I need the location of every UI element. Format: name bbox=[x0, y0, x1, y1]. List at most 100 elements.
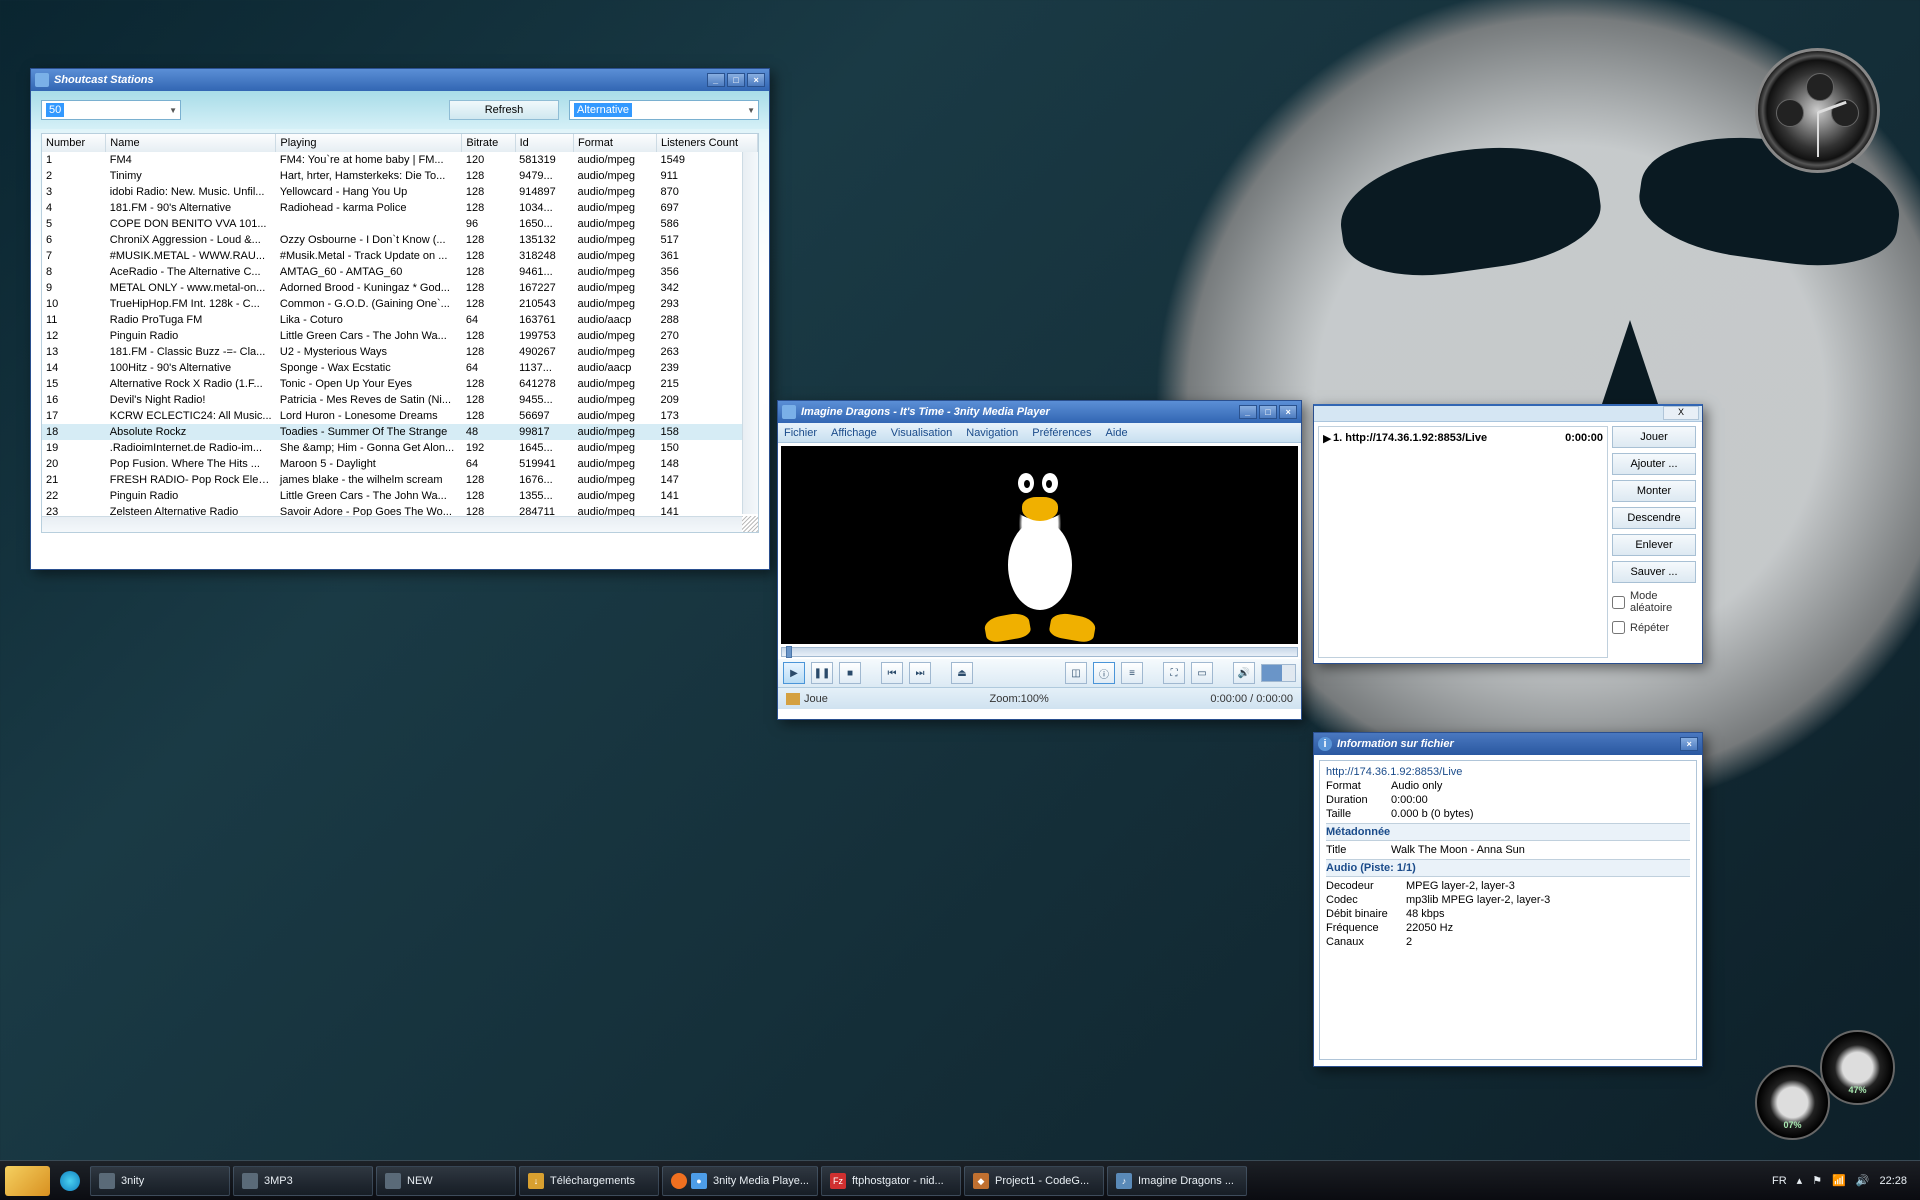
shuffle-input[interactable] bbox=[1612, 596, 1625, 609]
table-row[interactable]: 12Pinguin RadioLittle Green Cars - The J… bbox=[42, 328, 758, 344]
playlist-list[interactable]: ▶1. http://174.36.1.92:8853/Live0:00:00 bbox=[1318, 426, 1608, 658]
taskbar[interactable]: 3nity3MP3NEW↓Téléchargements●3nity Media… bbox=[0, 1160, 1920, 1200]
table-row[interactable]: 10TrueHipHop.FM Int. 128k - C...Common -… bbox=[42, 296, 758, 312]
menu-item[interactable]: Navigation bbox=[966, 427, 1018, 439]
column-header[interactable]: Playing bbox=[276, 134, 462, 152]
network-icon[interactable]: 📶 bbox=[1832, 1174, 1846, 1187]
volume-icon[interactable]: 🔊 bbox=[1856, 1174, 1870, 1187]
table-row[interactable]: 17KCRW ECLECTIC24: All Music...Lord Huro… bbox=[42, 408, 758, 424]
resize-grip[interactable] bbox=[742, 516, 758, 532]
table-row[interactable]: 20Pop Fusion. Where The Hits ...Maroon 5… bbox=[42, 456, 758, 472]
save-button[interactable]: Sauver ... bbox=[1612, 561, 1696, 583]
shuffle-checkbox[interactable]: Mode aléatoire bbox=[1612, 590, 1696, 614]
playlist-button[interactable]: ≡ bbox=[1121, 662, 1143, 684]
titlebar[interactable]: Shoutcast Stations _ □ × bbox=[31, 69, 769, 91]
close-button[interactable]: × bbox=[1680, 737, 1698, 751]
shoutcast-window[interactable]: Shoutcast Stations _ □ × 50 ▼ Refresh Al… bbox=[30, 68, 770, 570]
seek-thumb[interactable] bbox=[786, 646, 792, 658]
minimize-button[interactable]: _ bbox=[707, 73, 725, 87]
taskbar-item[interactable]: ↓Téléchargements bbox=[519, 1166, 659, 1196]
taskbar-item[interactable]: 3nity bbox=[90, 1166, 230, 1196]
fileinfo-window[interactable]: i Information sur fichier × http://174.3… bbox=[1313, 732, 1703, 1067]
media-player-window[interactable]: Imagine Dragons - It's Time - 3nity Medi… bbox=[777, 400, 1302, 720]
taskbar-item[interactable]: NEW bbox=[376, 1166, 516, 1196]
table-row[interactable]: 5COPE DON BENITO VVA 101...961650...audi… bbox=[42, 216, 758, 232]
menu-item[interactable]: Aide bbox=[1106, 427, 1128, 439]
taskbar-item[interactable]: ●3nity Media Playe... bbox=[662, 1166, 818, 1196]
table-row[interactable]: 2TinimyHart, hrter, Hamsterkeks: Die To.… bbox=[42, 168, 758, 184]
maximize-button[interactable]: □ bbox=[727, 73, 745, 87]
table-row[interactable]: 21FRESH RADIO- Pop Rock Elec...james bla… bbox=[42, 472, 758, 488]
table-row[interactable]: 13181.FM - Classic Buzz -=- Cla...U2 - M… bbox=[42, 344, 758, 360]
seek-slider[interactable] bbox=[781, 647, 1298, 657]
maximize-button[interactable]: □ bbox=[1259, 405, 1277, 419]
flag-icon[interactable]: ⚑ bbox=[1812, 1174, 1822, 1187]
limit-dropdown[interactable]: 50 ▼ bbox=[41, 100, 181, 120]
osd-button[interactable]: ◫ bbox=[1065, 662, 1087, 684]
clock-gadget[interactable] bbox=[1755, 48, 1880, 173]
column-header[interactable]: Name bbox=[106, 134, 276, 152]
table-row[interactable]: 7#MUSIK.METAL - WWW.RAU...#Musik.Metal -… bbox=[42, 248, 758, 264]
add-button[interactable]: Ajouter ... bbox=[1612, 453, 1696, 475]
menu-item[interactable]: Fichier bbox=[784, 427, 817, 439]
table-row[interactable]: 11Radio ProTuga FMLika - Coturo64163761a… bbox=[42, 312, 758, 328]
horizontal-scrollbar[interactable] bbox=[42, 516, 742, 532]
video-area[interactable] bbox=[781, 446, 1298, 644]
move-down-button[interactable]: Descendre bbox=[1612, 507, 1696, 529]
playlist-window[interactable]: X ▶1. http://174.36.1.92:8853/Live0:00:0… bbox=[1313, 404, 1703, 664]
taskbar-item[interactable]: ◆Project1 - CodeG... bbox=[964, 1166, 1104, 1196]
taskbar-item[interactable]: ♪Imagine Dragons ... bbox=[1107, 1166, 1247, 1196]
column-header[interactable]: Id bbox=[515, 134, 573, 152]
column-header[interactable]: Format bbox=[574, 134, 657, 152]
move-up-button[interactable]: Monter bbox=[1612, 480, 1696, 502]
table-row[interactable]: 18Absolute RockzToadies - Summer Of The … bbox=[42, 424, 758, 440]
cpu-gauge-gadget[interactable]: 07% bbox=[1755, 1065, 1830, 1140]
play-button[interactable]: Jouer bbox=[1612, 426, 1696, 448]
stations-table[interactable]: NumberNamePlayingBitrateIdFormatListener… bbox=[42, 134, 758, 520]
pinned-app[interactable] bbox=[53, 1166, 87, 1196]
repeat-input[interactable] bbox=[1612, 621, 1625, 634]
table-row[interactable]: 9METAL ONLY - www.metal-on...Adorned Bro… bbox=[42, 280, 758, 296]
stop-button[interactable]: ■ bbox=[839, 662, 861, 684]
titlebar[interactable]: i Information sur fichier × bbox=[1314, 733, 1702, 755]
menu-item[interactable]: Visualisation bbox=[891, 427, 953, 439]
genre-dropdown[interactable]: Alternative ▼ bbox=[569, 100, 759, 120]
language-indicator[interactable]: FR bbox=[1772, 1175, 1787, 1187]
volume-button[interactable]: 🔊 bbox=[1233, 662, 1255, 684]
close-button[interactable]: X bbox=[1663, 406, 1699, 420]
vertical-scrollbar[interactable] bbox=[742, 152, 758, 514]
playlist-item[interactable]: ▶1. http://174.36.1.92:8853/Live0:00:00 bbox=[1323, 431, 1603, 446]
menu-item[interactable]: Affichage bbox=[831, 427, 877, 439]
close-button[interactable]: × bbox=[1279, 405, 1297, 419]
minimize-button[interactable]: _ bbox=[1239, 405, 1257, 419]
volume-slider[interactable] bbox=[1261, 664, 1296, 682]
titlebar[interactable]: X bbox=[1314, 406, 1702, 422]
fit-button[interactable]: ⛶ bbox=[1163, 662, 1185, 684]
tray-chevron-icon[interactable]: ▴ bbox=[1797, 1174, 1803, 1187]
table-row[interactable]: 3idobi Radio: New. Music. Unfil...Yellow… bbox=[42, 184, 758, 200]
table-row[interactable]: 6ChroniX Aggression - Loud &...Ozzy Osbo… bbox=[42, 232, 758, 248]
table-row[interactable]: 19.RadioimInternet.de Radio-im...She &am… bbox=[42, 440, 758, 456]
table-row[interactable]: 14100Hitz - 90's AlternativeSponge - Wax… bbox=[42, 360, 758, 376]
fullscreen-button[interactable]: ▭ bbox=[1191, 662, 1213, 684]
column-header[interactable]: Number bbox=[42, 134, 106, 152]
close-button[interactable]: × bbox=[747, 73, 765, 87]
table-row[interactable]: 16Devil's Night Radio!Patricia - Mes Rev… bbox=[42, 392, 758, 408]
titlebar[interactable]: Imagine Dragons - It's Time - 3nity Medi… bbox=[778, 401, 1301, 423]
repeat-checkbox[interactable]: Répéter bbox=[1612, 621, 1696, 634]
previous-button[interactable]: ⏮ bbox=[881, 662, 903, 684]
table-row[interactable]: 4181.FM - 90's AlternativeRadiohead - ka… bbox=[42, 200, 758, 216]
pause-button[interactable]: ❚❚ bbox=[811, 662, 833, 684]
table-row[interactable]: 22Pinguin RadioLittle Green Cars - The J… bbox=[42, 488, 758, 504]
play-button[interactable]: ▶ bbox=[783, 662, 805, 684]
column-header[interactable]: Bitrate bbox=[462, 134, 515, 152]
clock-text[interactable]: 22:28 bbox=[1879, 1175, 1907, 1187]
start-button[interactable] bbox=[5, 1166, 50, 1196]
next-button[interactable]: ⏭ bbox=[909, 662, 931, 684]
system-tray[interactable]: FR ▴ ⚑ 📶 🔊 22:28 bbox=[1772, 1174, 1915, 1187]
column-header[interactable]: Listeners Count bbox=[656, 134, 757, 152]
taskbar-item[interactable]: Fzftphostgator - nid... bbox=[821, 1166, 961, 1196]
menu-item[interactable]: Préférences bbox=[1032, 427, 1091, 439]
refresh-button[interactable]: Refresh bbox=[449, 100, 559, 120]
taskbar-item[interactable]: 3MP3 bbox=[233, 1166, 373, 1196]
